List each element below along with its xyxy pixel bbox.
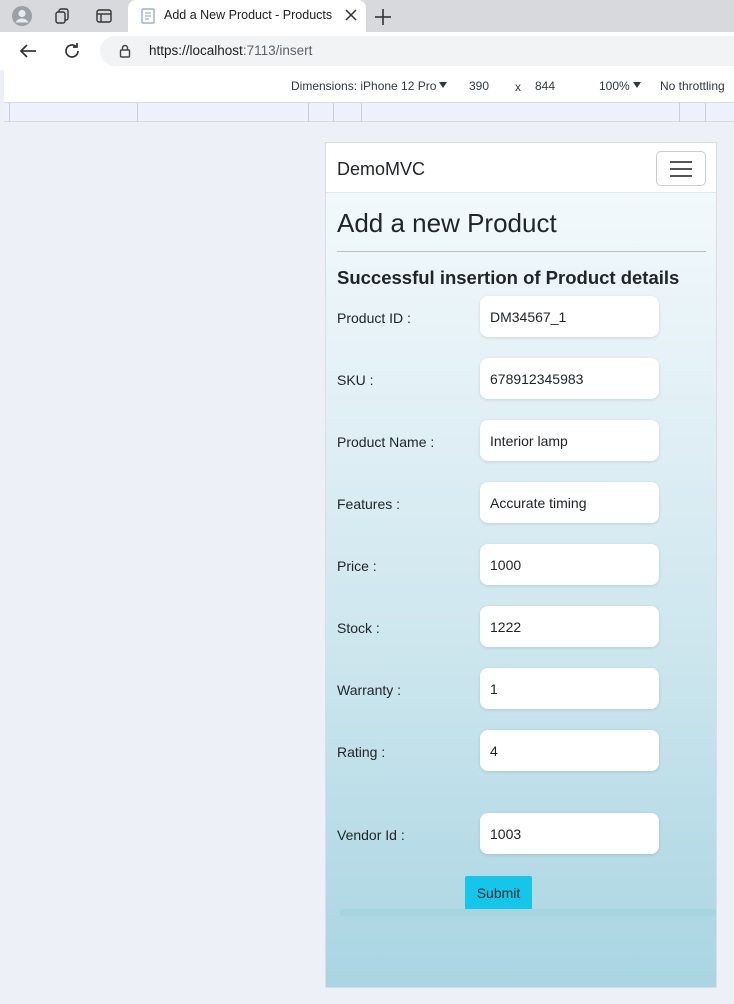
media-query-divider bbox=[9, 103, 10, 122]
media-query-divider bbox=[361, 103, 362, 122]
product-name-input[interactable] bbox=[480, 420, 659, 461]
stock-input[interactable] bbox=[480, 606, 659, 647]
device-dimensions-select[interactable]: Dimensions: iPhone 12 Pro bbox=[291, 79, 448, 93]
hamburger-line bbox=[670, 168, 692, 170]
vertical-tabs-icon[interactable] bbox=[91, 4, 117, 28]
product-id-label: Product ID : bbox=[337, 310, 411, 326]
page-title: Add a new Product bbox=[337, 208, 557, 238]
media-query-divider bbox=[137, 103, 138, 122]
site-navbar: DemoMVC bbox=[326, 143, 716, 193]
submit-button[interactable]: Submit bbox=[465, 876, 532, 910]
navbar-toggler-button[interactable] bbox=[656, 151, 706, 186]
throttling-select[interactable]: No throttling bbox=[660, 79, 725, 93]
zoom-select[interactable]: 100% bbox=[599, 79, 641, 93]
sku-input[interactable] bbox=[480, 358, 659, 399]
tab-strip: Add a New Product - Products bbox=[0, 0, 734, 32]
refresh-icon[interactable] bbox=[61, 40, 83, 62]
dropdown-caret-icon bbox=[632, 82, 641, 88]
price-label: Price : bbox=[337, 558, 377, 574]
stock-label: Stock : bbox=[337, 620, 380, 636]
product-id-input[interactable] bbox=[480, 296, 659, 337]
close-tab-icon[interactable] bbox=[344, 8, 358, 22]
device-toolbar: Dimensions: iPhone 12 Pro 390 x 844 100%… bbox=[4, 70, 734, 102]
media-query-divider bbox=[333, 103, 334, 122]
product-name-label: Product Name : bbox=[337, 434, 435, 450]
new-tab-plus-icon[interactable] bbox=[372, 6, 394, 28]
tab-title: Add a New Product - Products bbox=[164, 8, 333, 22]
form-bottom-divider bbox=[340, 909, 716, 916]
device-viewport: DemoMVC Add a new Product Successful ins… bbox=[325, 142, 717, 988]
features-label: Features : bbox=[337, 496, 401, 512]
page-favicon-icon bbox=[140, 8, 156, 29]
workspaces-icon[interactable] bbox=[49, 4, 75, 28]
hamburger-line bbox=[670, 175, 692, 177]
warranty-label: Warranty : bbox=[337, 682, 402, 698]
media-query-divider bbox=[705, 103, 706, 122]
url-text: https://localhost:7113/insert bbox=[149, 43, 312, 58]
vendor-id-label: Vendor Id : bbox=[337, 827, 405, 843]
rating-label: Rating : bbox=[337, 744, 386, 760]
dimension-times-icon: x bbox=[515, 80, 521, 94]
hamburger-line bbox=[670, 161, 692, 163]
active-tab[interactable]: Add a New Product - Products bbox=[128, 0, 366, 32]
dropdown-caret-icon bbox=[439, 82, 448, 88]
rating-input[interactable] bbox=[480, 730, 659, 771]
price-input[interactable] bbox=[480, 544, 659, 585]
navbar-brand[interactable]: DemoMVC bbox=[337, 159, 425, 180]
device-dimensions-label: Dimensions: iPhone 12 Pro bbox=[291, 79, 437, 93]
lock-icon[interactable] bbox=[119, 44, 131, 63]
device-width-input[interactable]: 390 bbox=[469, 79, 489, 93]
title-divider bbox=[337, 251, 706, 252]
zoom-label: 100% bbox=[599, 79, 630, 93]
status-message: Successful insertion of Product details bbox=[337, 267, 680, 288]
profile-avatar-icon[interactable] bbox=[9, 4, 35, 28]
device-height-input[interactable]: 844 bbox=[535, 79, 555, 93]
warranty-input[interactable] bbox=[480, 668, 659, 709]
media-query-bar[interactable] bbox=[4, 102, 734, 122]
url-path: :7113/insert bbox=[242, 43, 313, 58]
back-arrow-icon[interactable] bbox=[17, 40, 39, 62]
sku-label: SKU : bbox=[337, 372, 374, 388]
media-query-divider bbox=[679, 103, 680, 122]
browser-toolbar: https://localhost:7113/insert bbox=[0, 32, 734, 70]
media-query-divider bbox=[308, 103, 309, 122]
address-bar[interactable]: https://localhost:7113/insert bbox=[100, 36, 734, 66]
vendor-id-input[interactable] bbox=[480, 813, 659, 854]
url-host: https://localhost bbox=[149, 43, 243, 58]
features-input[interactable] bbox=[480, 482, 659, 523]
